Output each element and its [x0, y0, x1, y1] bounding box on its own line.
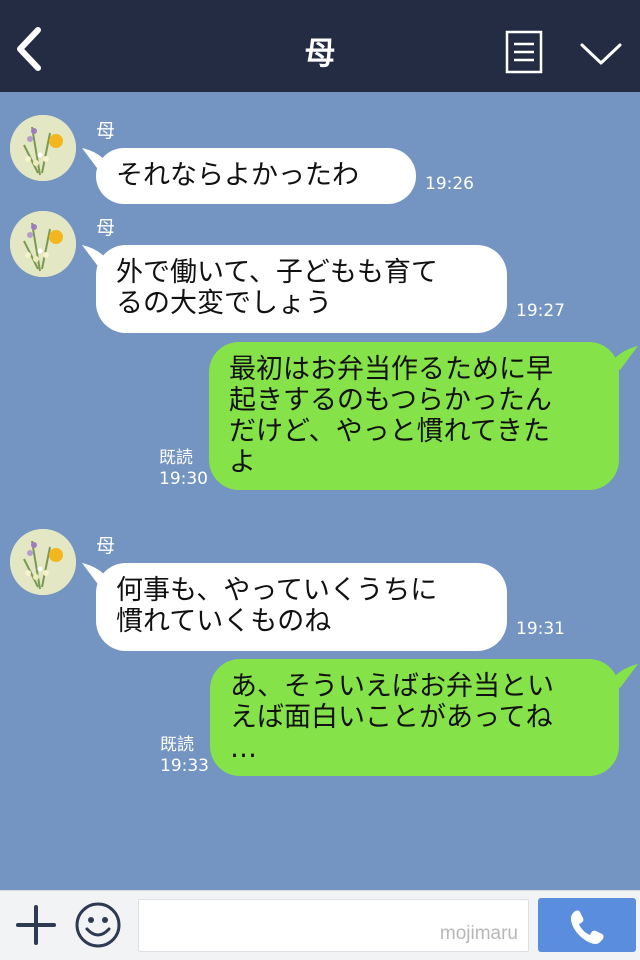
message-time: 19:27: [516, 301, 565, 321]
flower-avatar-icon: [10, 211, 76, 277]
call-button[interactable]: [538, 898, 636, 952]
phone-icon: [570, 910, 604, 944]
message-line: 慣れていくものね: [116, 606, 332, 637]
message-line: 起きするのもつらかったん: [229, 385, 552, 416]
avatar[interactable]: [10, 115, 76, 181]
notes-button[interactable]: [504, 30, 544, 74]
message-bubble-incoming[interactable]: それならよかったわ: [96, 148, 416, 204]
notes-icon: [505, 30, 543, 74]
message-line: えば面白いことがあってね: [230, 702, 553, 733]
menu-toggle-button[interactable]: [578, 36, 624, 68]
flower-avatar-icon: [10, 529, 76, 595]
flower-avatar-icon: [10, 115, 76, 181]
avatar[interactable]: [10, 529, 76, 595]
message-line: るの大変でしょう: [116, 288, 332, 319]
smiley-icon: [75, 902, 121, 948]
message-bubble-outgoing[interactable]: あ、そういえばお弁当とい えば面白いことがあってね …: [210, 659, 619, 776]
message-bubble-incoming[interactable]: 外で働いて、子どもも育て るの大変でしょう: [96, 245, 507, 333]
sender-name: 母: [96, 120, 116, 142]
message-time: 19:33: [160, 756, 209, 776]
message-meta: 既読 19:30: [159, 448, 208, 490]
sender-name: 母: [96, 535, 116, 557]
message-meta: 既読 19:33: [160, 735, 209, 777]
message-line: 最初はお弁当作るために早: [229, 354, 553, 385]
message-line: 外で働いて、子どもも育て: [116, 257, 438, 288]
message-line: よ: [229, 447, 256, 478]
message-time: 19:30: [159, 469, 208, 489]
message-line: あ、そういえばお弁当とい: [230, 671, 554, 702]
input-bar: mojimaru: [0, 890, 640, 960]
read-receipt: 既読: [160, 735, 194, 755]
watermark-text: mojimaru: [439, 923, 518, 944]
chevron-left-icon: [17, 27, 41, 71]
chat-area[interactable]: 母 それならよかったわ 19:26 母 外で働いて、子どもも育て るの大変でしょ…: [0, 92, 640, 890]
message-time: 19:26: [425, 174, 474, 194]
emoji-button[interactable]: [74, 901, 122, 949]
message-bubble-incoming[interactable]: 何事も、やっていくうちに 慣れていくものね: [96, 563, 507, 651]
read-receipt: 既読: [159, 448, 193, 468]
sender-name: 母: [96, 217, 116, 239]
message-input[interactable]: mojimaru: [138, 899, 529, 952]
chevron-down-icon: [580, 43, 622, 65]
message-line: 何事も、やっていくうちに: [116, 575, 438, 606]
plus-icon: [16, 905, 56, 945]
message-time: 19:31: [516, 619, 565, 639]
message-bubble-outgoing[interactable]: 最初はお弁当作るために早 起きするのもつらかったん だけど、やっと慣れてきた よ: [209, 342, 619, 490]
chat-title: 母: [304, 36, 336, 72]
add-button[interactable]: [14, 903, 58, 947]
message-line: …: [230, 733, 257, 764]
back-button[interactable]: [8, 22, 52, 74]
avatar[interactable]: [10, 211, 76, 277]
chat-header: 母: [0, 0, 640, 92]
message-line: だけど、やっと慣れてきた: [229, 416, 551, 447]
message-line: それならよかったわ: [116, 160, 359, 191]
